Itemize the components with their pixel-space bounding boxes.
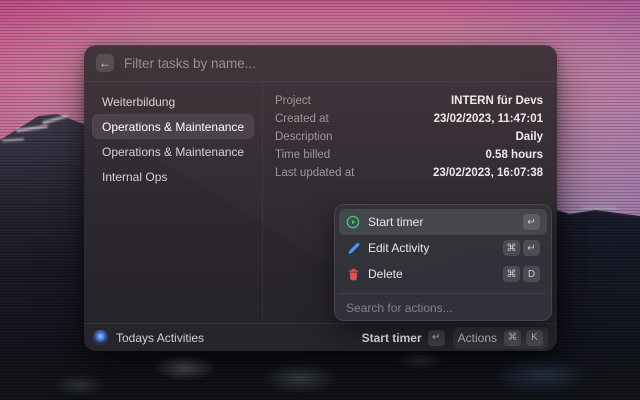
task-list-item-label: Operations & Maintenance bbox=[102, 145, 244, 159]
footer-right: Start timer ↵ Actions ⌘ K bbox=[362, 327, 548, 349]
cmd-key-badge: ⌘ bbox=[503, 240, 520, 256]
action-label: Delete bbox=[368, 267, 403, 281]
task-list-item[interactable]: Operations & Maintenance bbox=[92, 139, 254, 164]
action-delete[interactable]: Delete ⌘ D bbox=[339, 261, 547, 287]
detail-label: Last updated at bbox=[275, 167, 354, 179]
footer-app: Todays Activities bbox=[93, 330, 204, 345]
task-list-item[interactable]: Weiterbildung bbox=[92, 89, 254, 114]
footer-bar: Todays Activities Start timer ↵ Actions … bbox=[84, 323, 557, 351]
detail-value: 0.58 hours bbox=[485, 149, 543, 161]
wallpaper-ridge-glint bbox=[582, 207, 616, 209]
detail-label: Description bbox=[275, 131, 333, 143]
pencil-icon bbox=[346, 241, 360, 255]
app-icon bbox=[93, 330, 108, 345]
task-list-item-label: Internal Ops bbox=[102, 170, 167, 184]
action-keys: ⌘ ↵ bbox=[503, 240, 540, 256]
action-label: Edit Activity bbox=[368, 241, 429, 255]
detail-value: INTERN für Devs bbox=[451, 95, 543, 107]
return-key-badge: ↵ bbox=[523, 240, 540, 256]
footer-start-timer-button[interactable]: Start timer ↵ bbox=[362, 330, 445, 346]
return-key-badge: ↵ bbox=[523, 214, 540, 230]
detail-row: Time billed 0.58 hours bbox=[275, 149, 543, 161]
task-list: Weiterbildung Operations & Maintenance O… bbox=[84, 82, 263, 323]
action-label: Start timer bbox=[368, 215, 423, 229]
play-circle-icon bbox=[346, 215, 360, 229]
detail-row: Project INTERN für Devs bbox=[275, 95, 543, 107]
cmd-key-badge: ⌘ bbox=[504, 330, 521, 346]
detail-label: Time billed bbox=[275, 149, 330, 161]
task-list-item-label: Weiterbildung bbox=[102, 95, 175, 109]
detail-value: Daily bbox=[516, 131, 544, 143]
task-list-item-label: Operations & Maintenance bbox=[102, 120, 244, 134]
action-keys: ⌘ D bbox=[503, 266, 540, 282]
actions-search-input[interactable] bbox=[346, 301, 540, 315]
search-bar: ← bbox=[84, 45, 557, 82]
action-start-timer[interactable]: Start timer ↵ bbox=[339, 209, 547, 235]
detail-row: Last updated at 23/02/2023, 16:07:38 bbox=[275, 167, 543, 179]
detail-row: Description Daily bbox=[275, 131, 543, 143]
d-key-badge: D bbox=[523, 266, 540, 282]
back-arrow-icon: ← bbox=[99, 57, 111, 69]
action-edit-activity[interactable]: Edit Activity ⌘ ↵ bbox=[339, 235, 547, 261]
actions-search bbox=[339, 294, 547, 322]
task-list-item-selected[interactable]: Operations & Maintenance bbox=[92, 114, 254, 139]
footer-actions-label: Actions bbox=[458, 331, 497, 345]
return-key-badge: ↵ bbox=[428, 330, 445, 346]
detail-label: Created at bbox=[275, 113, 329, 125]
footer-app-name: Todays Activities bbox=[116, 331, 204, 345]
trash-icon bbox=[346, 267, 360, 281]
detail-label: Project bbox=[275, 95, 311, 107]
search-input[interactable] bbox=[124, 56, 545, 71]
actions-popup: Start timer ↵ Edit Activity ⌘ ↵ bbox=[334, 204, 552, 321]
footer-start-timer-label: Start timer bbox=[362, 331, 422, 345]
detail-row: Created at 23/02/2023, 11:47:01 bbox=[275, 113, 543, 125]
detail-value: 23/02/2023, 16:07:38 bbox=[433, 167, 543, 179]
detail-value: 23/02/2023, 11:47:01 bbox=[434, 113, 543, 125]
cmd-key-badge: ⌘ bbox=[503, 266, 520, 282]
task-list-item[interactable]: Internal Ops bbox=[92, 164, 254, 189]
back-button[interactable]: ← bbox=[96, 54, 114, 72]
screen: ← Weiterbildung Operations & Maintenance… bbox=[0, 0, 640, 400]
action-keys: ↵ bbox=[523, 214, 540, 230]
k-key-badge: K bbox=[526, 330, 543, 346]
footer-actions-button[interactable]: Actions ⌘ K bbox=[453, 327, 548, 349]
